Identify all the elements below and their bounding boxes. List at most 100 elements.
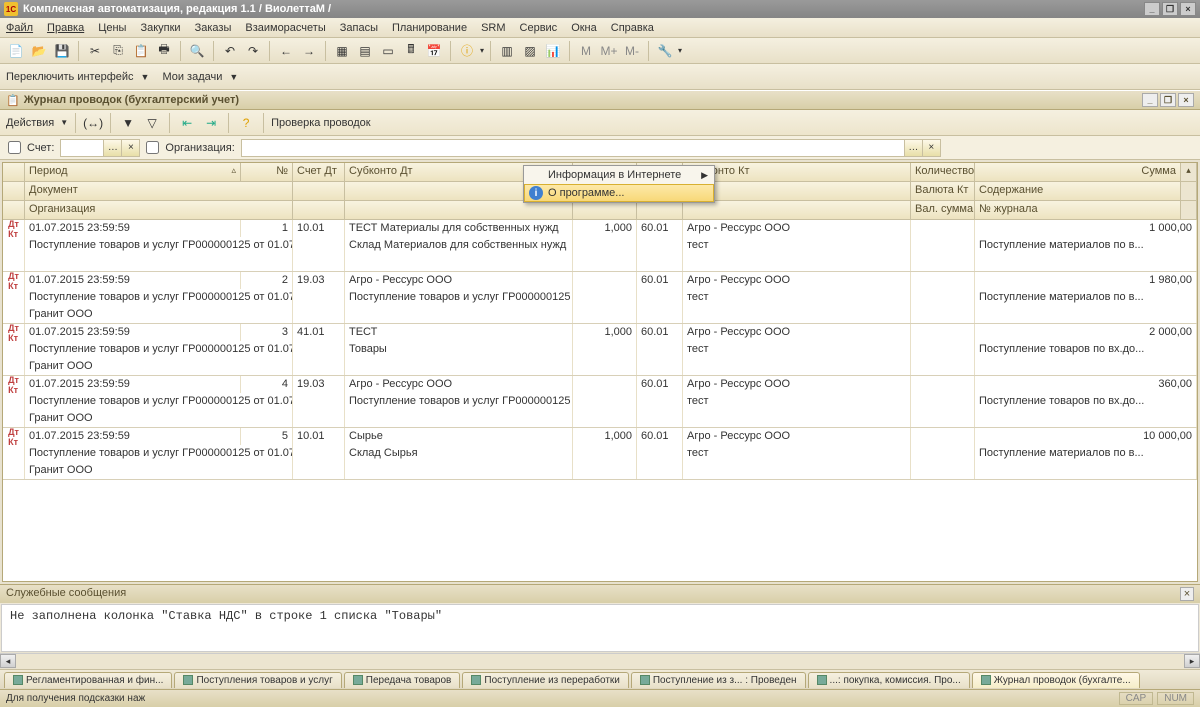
account-field[interactable]: … × bbox=[60, 139, 140, 157]
col-org[interactable]: Организация bbox=[25, 201, 293, 219]
col-journal[interactable]: № журнала bbox=[975, 201, 1181, 219]
table-row[interactable]: ДтКт 01.07.2015 23:59:59 4 19.03 Агро - … bbox=[3, 376, 1197, 428]
copy-icon[interactable]: ⎘ bbox=[108, 41, 128, 61]
refresh-icon[interactable]: (↔) bbox=[83, 113, 103, 133]
form-icon[interactable]: ▭ bbox=[378, 41, 398, 61]
clear-icon[interactable]: × bbox=[922, 140, 940, 156]
minimize-button[interactable]: _ bbox=[1144, 2, 1160, 16]
switch-interface-link[interactable]: Переключить интерфейс bbox=[6, 71, 134, 83]
undo-icon[interactable]: ↶ bbox=[220, 41, 240, 61]
dropdown-icon[interactable]: ▼ bbox=[60, 118, 68, 127]
my-tasks-link[interactable]: Мои задачи bbox=[162, 71, 222, 83]
help-icon[interactable]: ? bbox=[236, 113, 256, 133]
maximize-button[interactable]: ❐ bbox=[1162, 2, 1178, 16]
menu-help[interactable]: Справка bbox=[611, 22, 654, 34]
m-icon[interactable]: M bbox=[576, 41, 596, 61]
col-content[interactable]: Содержание bbox=[975, 182, 1181, 200]
cut-icon[interactable]: ✂ bbox=[85, 41, 105, 61]
select-icon[interactable]: … bbox=[103, 140, 121, 156]
menu-service[interactable]: Сервис bbox=[520, 22, 558, 34]
clear-icon[interactable]: × bbox=[121, 140, 139, 156]
save-icon[interactable]: 💾 bbox=[52, 41, 72, 61]
col-sum[interactable]: Сумма bbox=[975, 163, 1181, 181]
calc-icon[interactable]: 🖩 bbox=[401, 41, 421, 61]
doc-close-button[interactable]: × bbox=[1178, 93, 1194, 107]
scroll-up-icon[interactable]: ▴ bbox=[1181, 163, 1197, 181]
menu-planning[interactable]: Планирование bbox=[392, 22, 467, 34]
nav-back-icon[interactable]: ← bbox=[276, 41, 296, 61]
tab-icon bbox=[183, 675, 193, 685]
select-icon[interactable]: … bbox=[904, 140, 922, 156]
paste-icon[interactable]: 📋 bbox=[131, 41, 151, 61]
table-row[interactable]: ДтКт 01.07.2015 23:59:59 2 19.03 Агро - … bbox=[3, 272, 1197, 324]
menu-prices[interactable]: Цены bbox=[98, 22, 126, 34]
col-document[interactable]: Документ bbox=[25, 182, 293, 200]
menu-file[interactable]: Файл bbox=[6, 22, 33, 34]
org-checkbox[interactable] bbox=[146, 141, 159, 154]
tool-icon[interactable]: 🔧 bbox=[655, 41, 675, 61]
col-period[interactable]: Период ▵ bbox=[25, 163, 241, 181]
menu-stocks[interactable]: Запасы bbox=[340, 22, 378, 34]
col-valsum[interactable]: Вал. сумма ... bbox=[911, 201, 975, 219]
horizontal-scrollbar[interactable]: ◂ ▸ bbox=[0, 653, 1200, 669]
info-icon[interactable]: ⓘ bbox=[457, 41, 477, 61]
dropdown-icon[interactable]: ▼ bbox=[141, 72, 150, 82]
filter-icon[interactable]: ▼ bbox=[118, 113, 138, 133]
doc-icon[interactable]: ▥ bbox=[497, 41, 517, 61]
menu-purchases[interactable]: Закупки bbox=[140, 22, 180, 34]
tab-item-active[interactable]: Журнал проводок (бухгалте... bbox=[972, 672, 1140, 688]
menu-windows[interactable]: Окна bbox=[571, 22, 597, 34]
nav-fwd-icon[interactable]: → bbox=[299, 41, 319, 61]
check-entries-link[interactable]: Проверка проводок bbox=[271, 117, 370, 129]
col-debit[interactable]: Счет Дт bbox=[293, 163, 345, 181]
org-field[interactable]: … × bbox=[241, 139, 941, 157]
grid2-icon[interactable]: ▤ bbox=[355, 41, 375, 61]
new-icon[interactable]: 📄 bbox=[6, 41, 26, 61]
col-num[interactable]: № bbox=[241, 163, 293, 181]
scroll-left-icon[interactable]: ◂ bbox=[0, 654, 16, 668]
tab-icon bbox=[471, 675, 481, 685]
mplus-icon[interactable]: M+ bbox=[599, 41, 619, 61]
tab-item[interactable]: Передача товаров bbox=[344, 672, 461, 688]
tab-item[interactable]: Регламентированная и фин... bbox=[4, 672, 172, 688]
menu-edit[interactable]: Правка bbox=[47, 22, 84, 34]
menu-srm[interactable]: SRM bbox=[481, 22, 505, 34]
menu-orders[interactable]: Заказы bbox=[195, 22, 232, 34]
last-icon[interactable]: ⇥ bbox=[201, 113, 221, 133]
actions-menu[interactable]: Действия bbox=[6, 117, 54, 129]
grid-icon[interactable]: ▦ bbox=[332, 41, 352, 61]
open-icon[interactable]: 📂 bbox=[29, 41, 49, 61]
col-qtykt[interactable]: Количество ... bbox=[911, 163, 975, 181]
table-row[interactable]: ДтКт 01.07.2015 23:59:59 1 10.01 ТЕСТ Ма… bbox=[3, 220, 1197, 272]
chart-icon[interactable]: 📊 bbox=[543, 41, 563, 61]
tab-icon bbox=[353, 675, 363, 685]
tab-item[interactable]: ...: покупка, комиссия. Про... bbox=[808, 672, 970, 688]
row-marker-icon: ДтКт bbox=[3, 428, 25, 445]
redo-icon[interactable]: ↷ bbox=[243, 41, 263, 61]
doc-maximize-button[interactable]: ❐ bbox=[1160, 93, 1176, 107]
mminus-icon[interactable]: M- bbox=[622, 41, 642, 61]
col-valkt[interactable]: Валюта Кт bbox=[911, 182, 975, 200]
first-icon[interactable]: ⇤ bbox=[177, 113, 197, 133]
table-row[interactable]: ДтКт 01.07.2015 23:59:59 5 10.01 Сырье 1… bbox=[3, 428, 1197, 480]
print-icon[interactable]: 🖶 bbox=[154, 41, 174, 61]
menu-item-internet-info[interactable]: Информация в Интернете ▶ bbox=[524, 166, 714, 184]
calendar-icon[interactable]: 📅 bbox=[424, 41, 444, 61]
find-icon[interactable]: 🔍 bbox=[187, 41, 207, 61]
scroll-right-icon[interactable]: ▸ bbox=[1184, 654, 1200, 668]
grid-body[interactable]: ДтКт 01.07.2015 23:59:59 1 10.01 ТЕСТ Ма… bbox=[3, 220, 1197, 582]
tab-item[interactable]: Поступление из переработки bbox=[462, 672, 628, 688]
tab-item[interactable]: Поступления товаров и услуг bbox=[174, 672, 341, 688]
table-row[interactable]: ДтКт 01.07.2015 23:59:59 3 41.01 ТЕСТ 1,… bbox=[3, 324, 1197, 376]
filter-off-icon[interactable]: ▽ bbox=[142, 113, 162, 133]
menu-settlements[interactable]: Взаиморасчеты bbox=[245, 22, 325, 34]
account-checkbox[interactable] bbox=[8, 141, 21, 154]
col-subcredit[interactable]: Субконто Кт bbox=[683, 163, 911, 181]
report-icon[interactable]: ▨ bbox=[520, 41, 540, 61]
doc-minimize-button[interactable]: _ bbox=[1142, 93, 1158, 107]
menu-item-about[interactable]: i О программе... bbox=[524, 184, 714, 202]
messages-close-icon[interactable]: × bbox=[1180, 587, 1194, 601]
tab-item[interactable]: Поступление из з... : Проведен bbox=[631, 672, 806, 688]
close-button[interactable]: × bbox=[1180, 2, 1196, 16]
dropdown-icon[interactable]: ▼ bbox=[229, 72, 238, 82]
